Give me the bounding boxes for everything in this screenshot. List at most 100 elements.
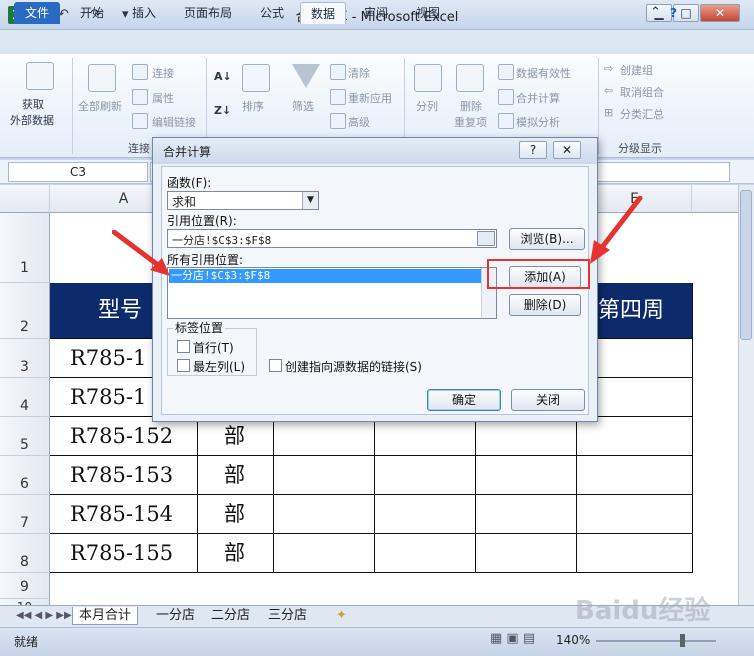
cell-header-week4[interactable]: 第四周 <box>592 283 693 339</box>
remove-duplicates-button[interactable]: 删除 <box>460 98 482 114</box>
subtotal-button[interactable]: 分类汇总 <box>620 106 664 122</box>
advanced-button[interactable]: 高级 <box>348 114 370 130</box>
sort-button[interactable]: 排序 <box>242 98 264 114</box>
window-close-button[interactable]: ✕ <box>700 4 740 22</box>
cell-f4[interactable] <box>592 378 693 417</box>
top-row-label[interactable]: 首行(T) <box>193 339 234 356</box>
dialog-close-icon[interactable]: ✕ <box>553 141 581 159</box>
cell-c6[interactable] <box>274 456 375 495</box>
list-item[interactable]: 一分店!$C$3:$F$8 <box>169 269 481 283</box>
cell-b8[interactable]: 部 <box>198 534 274 573</box>
row-header-5[interactable]: 5 <box>0 417 50 456</box>
left-column-checkbox[interactable] <box>177 359 190 372</box>
zoom-slider[interactable] <box>596 640 716 642</box>
cell-b5[interactable]: 部 <box>198 417 274 456</box>
sheet-tab-store2[interactable]: 二分店 <box>205 607 256 625</box>
remove-duplicates-label[interactable]: 重复项 <box>454 114 487 130</box>
filter-button[interactable]: 筛选 <box>292 98 314 114</box>
consolidate-button[interactable]: 合并计算 <box>516 90 560 106</box>
sheet-tab-store1[interactable]: 一分店 <box>150 607 201 625</box>
create-links-checkbox[interactable] <box>269 359 282 372</box>
tab-review[interactable]: 审阅 <box>354 2 398 24</box>
tab-formulas[interactable]: 公式 <box>250 2 294 24</box>
tab-file[interactable]: 文件 <box>14 2 60 24</box>
cell-c8[interactable] <box>274 534 375 573</box>
connections-button[interactable]: 连接 <box>152 65 174 81</box>
cell-f8[interactable] <box>577 534 693 573</box>
row-header-4[interactable]: 4 <box>0 378 50 417</box>
sheet-tab-summary[interactable]: 本月合计 <box>72 607 139 625</box>
cell-a5[interactable]: R785-152 <box>50 417 198 456</box>
chevron-down-icon[interactable]: ▼ <box>302 192 318 209</box>
cell-d5[interactable] <box>375 417 476 456</box>
top-row-checkbox[interactable] <box>177 340 190 353</box>
cell-a8[interactable]: R785-155 <box>50 534 198 573</box>
select-all-corner[interactable] <box>0 185 50 213</box>
tab-insert[interactable]: 插入 <box>122 2 166 24</box>
new-sheet-icon[interactable]: ✦ <box>330 607 353 625</box>
cell-b6[interactable]: 部 <box>198 456 274 495</box>
sort-desc-icon[interactable]: Z↓ <box>214 104 231 117</box>
all-references-list[interactable]: 一分店!$C$3:$F$8 <box>167 267 497 319</box>
row-header-9[interactable]: 9 <box>0 573 50 599</box>
view-buttons-icon[interactable]: ▦ ▣ ▤ <box>490 631 535 646</box>
properties-button[interactable]: 属性 <box>152 90 174 106</box>
tab-home[interactable]: 开始 <box>70 2 114 24</box>
row-header-2[interactable]: 2 <box>0 283 50 339</box>
row-header-7[interactable]: 7 <box>0 495 50 534</box>
get-external-data-label[interactable]: 外部数据 <box>10 112 54 128</box>
cell-a6[interactable]: R785-153 <box>50 456 198 495</box>
scrollbar-thumb[interactable] <box>740 190 752 340</box>
browse-button[interactable]: 浏览(B)... <box>509 228 585 250</box>
name-box[interactable]: C3 <box>8 162 148 182</box>
cell-f7[interactable] <box>577 495 693 534</box>
edit-links-button[interactable]: 编辑链接 <box>152 114 196 130</box>
group-button[interactable]: 创建组 <box>620 62 653 78</box>
cell-e8[interactable] <box>476 534 577 573</box>
cell-c5[interactable] <box>274 417 375 456</box>
cell-e7[interactable] <box>476 495 577 534</box>
zoom-level[interactable]: 140% <box>556 633 590 647</box>
reapply-button[interactable]: 重新应用 <box>348 90 392 106</box>
clear-button[interactable]: 清除 <box>348 65 370 81</box>
row-header-1[interactable]: 1 <box>0 213 50 283</box>
tab-view[interactable]: 视图 <box>406 2 450 24</box>
close-button[interactable]: 关闭 <box>511 389 585 411</box>
cell-b7[interactable]: 部 <box>198 495 274 534</box>
tab-data[interactable]: 数据 <box>300 2 347 24</box>
delete-button[interactable]: 删除(D) <box>509 294 581 316</box>
cell-f5[interactable] <box>577 417 693 456</box>
sort-asc-icon[interactable]: A↓ <box>214 70 232 83</box>
data-validation-button[interactable]: 数据有效性 <box>516 65 571 81</box>
cell-d6[interactable] <box>375 456 476 495</box>
help-icon[interactable]: ? <box>660 2 687 24</box>
row-header-3[interactable]: 3 <box>0 339 50 378</box>
refresh-all-button[interactable]: 全部刷新 <box>78 98 122 114</box>
cell-d8[interactable] <box>375 534 476 573</box>
cell-a7[interactable]: R785-154 <box>50 495 198 534</box>
sheet-nav-icons[interactable]: ◀◀ ◀ ▶ ▶▶ <box>10 607 78 625</box>
reference-input[interactable]: 一分店!$C$3:$F$8 <box>167 229 497 248</box>
cell-e5[interactable] <box>476 417 577 456</box>
create-links-label[interactable]: 创建指向源数据的链接(S) <box>285 358 422 375</box>
function-select[interactable]: 求和 ▼ <box>167 191 319 210</box>
function-label: 函数(F): <box>167 176 212 190</box>
ok-button[interactable]: 确定 <box>427 389 501 411</box>
tab-page-layout[interactable]: 页面布局 <box>174 2 242 24</box>
row-header-8[interactable]: 8 <box>0 534 50 573</box>
zoom-slider-thumb[interactable] <box>680 634 685 647</box>
dialog-help-button[interactable]: ? <box>519 141 547 159</box>
cell-f3[interactable] <box>592 339 693 378</box>
cell-d7[interactable] <box>375 495 476 534</box>
cell-c7[interactable] <box>274 495 375 534</box>
row-header-6[interactable]: 6 <box>0 456 50 495</box>
left-column-label[interactable]: 最左列(L) <box>193 358 245 375</box>
sheet-tab-store3[interactable]: 三分店 <box>262 607 313 625</box>
collapse-dialog-icon[interactable] <box>477 231 495 246</box>
cell-e6[interactable] <box>476 456 577 495</box>
text-to-columns-button[interactable]: 分列 <box>416 98 438 114</box>
what-if-button[interactable]: 模拟分析 <box>516 114 560 130</box>
ungroup-button[interactable]: 取消组合 <box>620 84 664 100</box>
cell-f6[interactable] <box>577 456 693 495</box>
get-external-data-button[interactable]: 获取 <box>22 96 44 112</box>
